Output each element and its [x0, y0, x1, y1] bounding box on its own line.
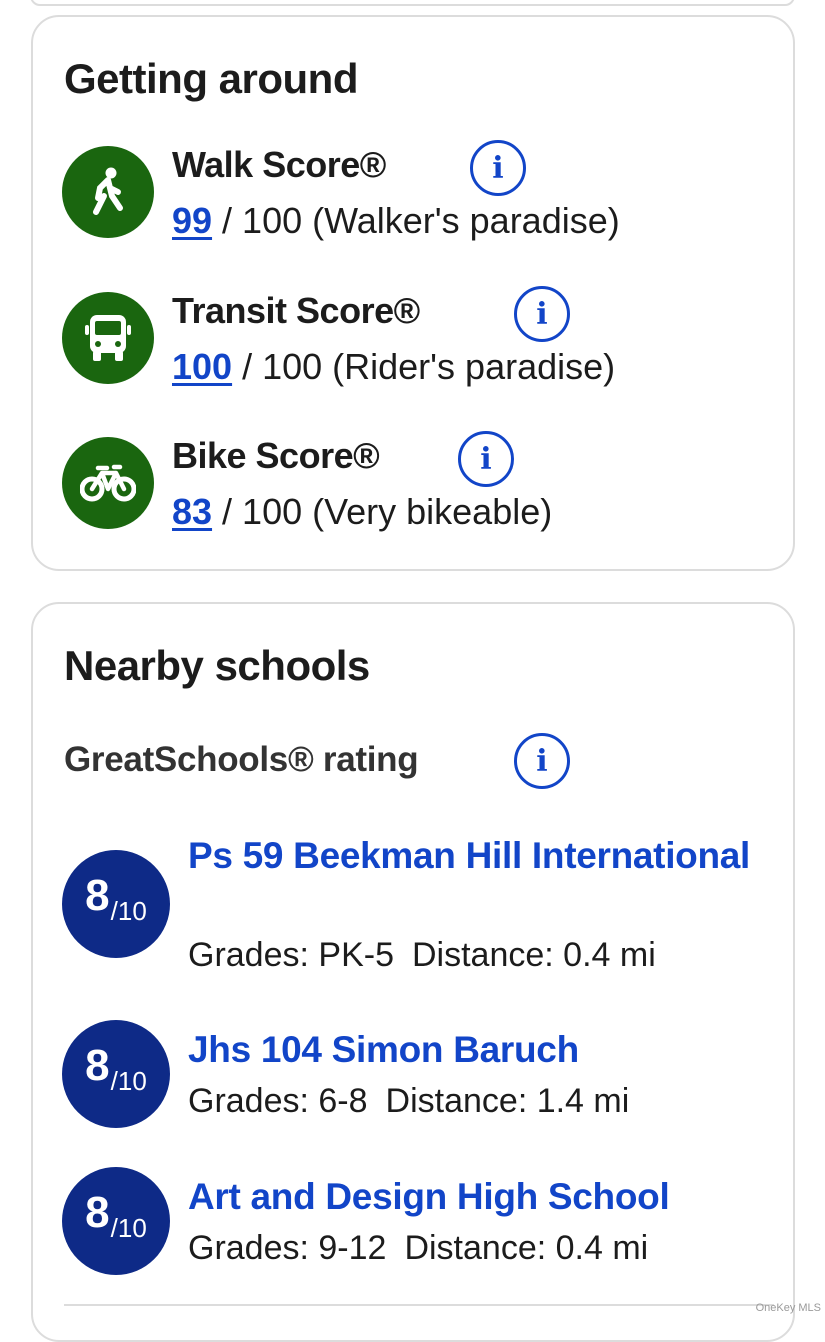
school-rating-value: 8 — [85, 1191, 109, 1235]
school-rating-denominator: /10 — [111, 896, 147, 927]
transit-score-description: / 100 (Rider's paradise) — [232, 346, 615, 387]
walk-icon — [62, 146, 154, 238]
walk-score-row: Walk Score® i 99 / 100 (Walker's paradis… — [62, 146, 762, 256]
school-distance: Distance: 0.4 mi — [404, 1229, 648, 1267]
transit-score-row: Transit Score® i 100 / 100 (Rider's para… — [62, 292, 762, 402]
school-name-link[interactable]: Jhs 104 Simon Baruch — [188, 1026, 778, 1074]
transit-score-value-link[interactable]: 100 — [172, 346, 232, 387]
transit-score-info-button[interactable]: i — [514, 286, 570, 342]
school-grades: Grades: 9-12 — [188, 1229, 386, 1267]
school-name-link[interactable]: Ps 59 Beekman Hill International — [188, 832, 778, 880]
school-rating-denominator: /10 — [111, 1213, 147, 1244]
school-rating-value: 8 — [85, 874, 109, 918]
walk-score-description: / 100 (Walker's paradise) — [212, 200, 620, 241]
watermark: OneKey MLS — [756, 1302, 821, 1314]
transit-score-line: 100 / 100 (Rider's paradise) — [172, 346, 615, 388]
getting-around-title: Getting around — [64, 55, 358, 103]
bike-score-value-link[interactable]: 83 — [172, 491, 212, 532]
getting-around-card: Getting around Walk Score® i 99 / 100 (W… — [31, 15, 795, 571]
walk-score-value-link[interactable]: 99 — [172, 200, 212, 241]
section-divider — [64, 1304, 774, 1306]
school-name-link[interactable]: Art and Design High School — [188, 1173, 808, 1221]
school-rating-badge: 8/10 — [62, 1167, 170, 1275]
school-distance: Distance: 1.4 mi — [386, 1082, 630, 1120]
school-rating-denominator: /10 — [111, 1066, 147, 1097]
school-rating-value: 8 — [85, 1044, 109, 1088]
walk-score-label: Walk Score® — [172, 144, 386, 186]
bike-score-line: 83 / 100 (Very bikeable) — [172, 491, 552, 533]
school-meta: Grades: 9-12 Distance: 0.4 mi — [188, 1229, 648, 1268]
walk-score-line: 99 / 100 (Walker's paradise) — [172, 200, 620, 242]
nearby-schools-title: Nearby schools — [64, 642, 370, 690]
bike-score-description: / 100 (Very bikeable) — [212, 491, 552, 532]
greatschools-rating-label: GreatSchools® rating — [64, 740, 418, 780]
greatschools-info-button[interactable]: i — [514, 733, 570, 789]
bike-score-label: Bike Score® — [172, 435, 379, 477]
school-meta: Grades: PK-5 Distance: 0.4 mi — [188, 936, 656, 975]
school-grades: Grades: 6-8 — [188, 1082, 368, 1120]
info-icon: i — [492, 151, 503, 186]
school-meta: Grades: 6-8 Distance: 1.4 mi — [188, 1082, 629, 1121]
bike-icon — [62, 437, 154, 529]
transit-score-label: Transit Score® — [172, 290, 420, 332]
info-icon: i — [536, 744, 547, 779]
info-icon: i — [536, 297, 547, 332]
school-rating-badge: 8/10 — [62, 850, 170, 958]
previous-card-edge — [30, 0, 795, 6]
nearby-schools-card: Nearby schools GreatSchools® rating i 8/… — [31, 602, 795, 1342]
school-distance: Distance: 0.4 mi — [412, 936, 656, 974]
walk-score-info-button[interactable]: i — [470, 140, 526, 196]
bus-icon — [62, 292, 154, 384]
info-icon: i — [480, 442, 491, 477]
school-grades: Grades: PK-5 — [188, 936, 394, 974]
school-rating-badge: 8/10 — [62, 1020, 170, 1128]
bike-score-info-button[interactable]: i — [458, 431, 514, 487]
bike-score-row: Bike Score® i 83 / 100 (Very bikeable) — [62, 437, 762, 547]
